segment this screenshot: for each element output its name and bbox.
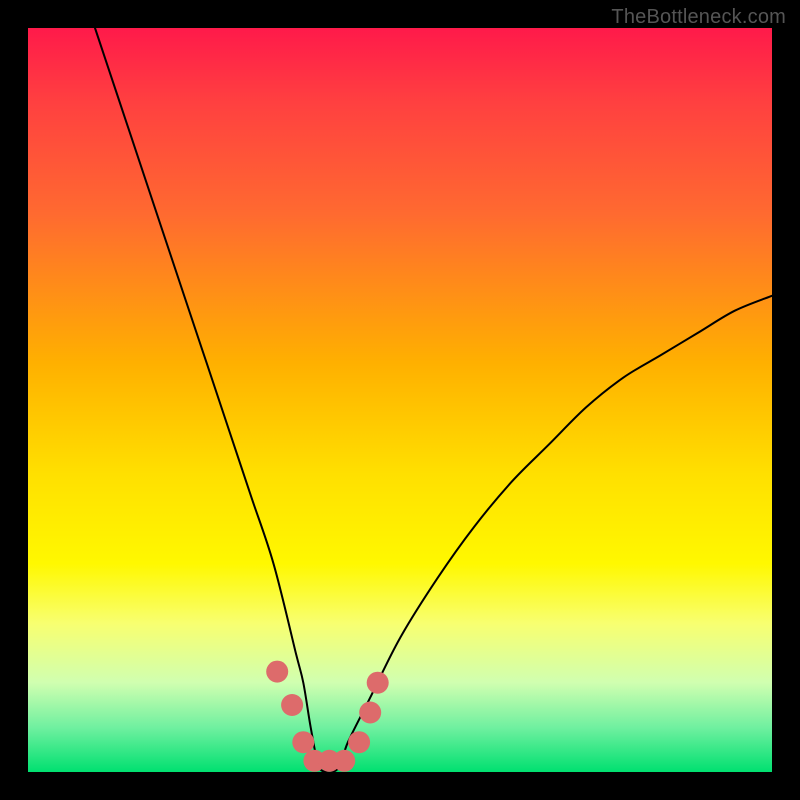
highlight-dot [348,731,370,753]
highlight-dot [292,731,314,753]
highlight-dots-group [266,661,389,772]
highlight-dot [359,702,381,724]
watermark-text: TheBottleneck.com [611,6,786,29]
chart-svg [28,28,772,772]
highlight-dot [367,672,389,694]
highlight-dot [266,661,288,683]
chart-plot-area [28,28,772,772]
highlight-dot [281,694,303,716]
bottleneck-curve [95,28,772,773]
highlight-dot [333,750,355,772]
